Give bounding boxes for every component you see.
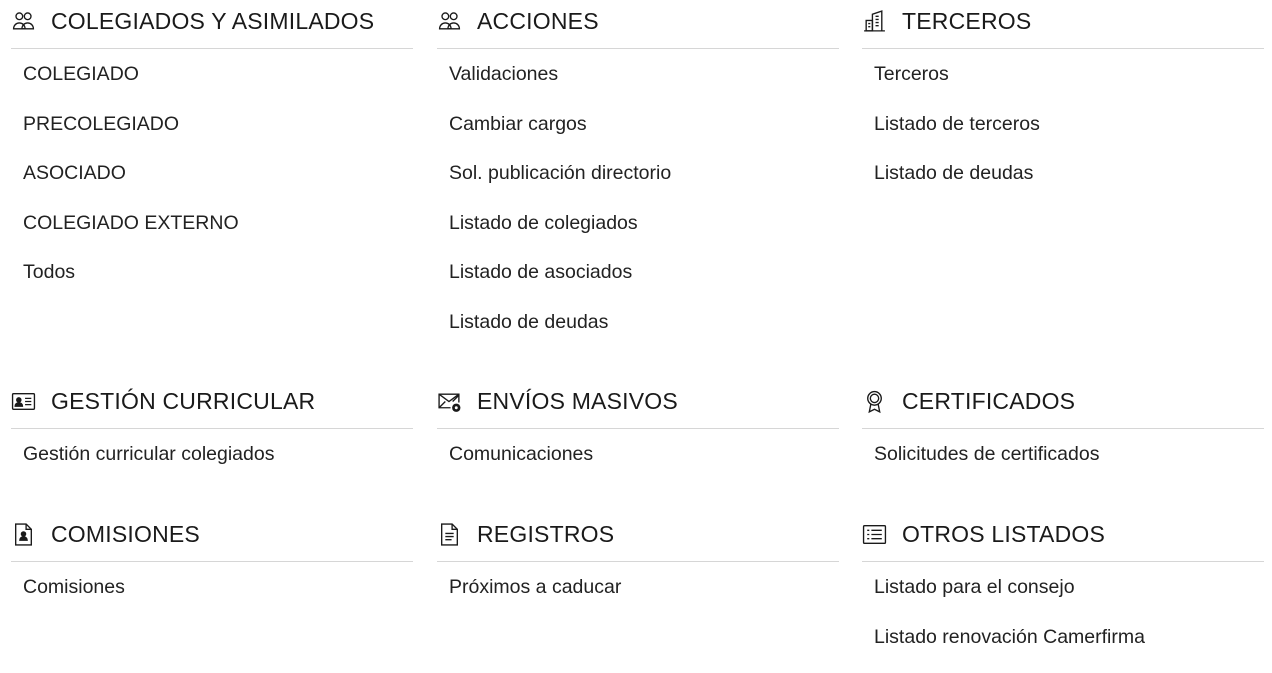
section-colegiados: COLEGIADOS Y ASIMILADOS COLEGIADO PRECOL… <box>11 0 413 309</box>
link-gestion-curricular-colegiados[interactable]: Gestión curricular colegiados <box>23 441 413 491</box>
section-links: Comisiones <box>11 562 413 624</box>
users-icon <box>437 9 463 33</box>
link-todos[interactable]: Todos <box>23 259 413 309</box>
link-listado-renovacion-camerfirma[interactable]: Listado renovación Camerfirma <box>874 624 1264 673</box>
section-otros-listados: OTROS LISTADOS Listado para el consejo L… <box>862 513 1264 673</box>
section-title: REGISTROS <box>477 520 615 547</box>
section-header: CERTIFICADOS <box>862 380 1264 429</box>
link-listado-consejo[interactable]: Listado para el consejo <box>874 574 1264 624</box>
section-header: COLEGIADOS Y ASIMILADOS <box>11 0 413 49</box>
section-links: Validaciones Cambiar cargos Sol. publica… <box>437 49 839 359</box>
id-card-icon <box>11 389 37 413</box>
document-text-icon <box>437 522 463 546</box>
link-colegiado-externo[interactable]: COLEGIADO EXTERNO <box>23 210 413 260</box>
mail-settings-icon <box>437 389 463 413</box>
list-icon <box>862 522 888 546</box>
section-title: GESTIÓN CURRICULAR <box>51 387 316 414</box>
section-title: CERTIFICADOS <box>902 387 1076 414</box>
section-title: COMISIONES <box>51 520 200 547</box>
section-acciones: ACCIONES Validaciones Cambiar cargos Sol… <box>437 0 839 359</box>
section-links: Comunicaciones <box>437 429 839 491</box>
section-registros: REGISTROS Próximos a caducar <box>437 513 839 624</box>
link-comunicaciones[interactable]: Comunicaciones <box>449 441 839 491</box>
section-header: ENVÍOS MASIVOS <box>437 380 839 429</box>
section-links: Listado para el consejo Listado renovaci… <box>862 562 1264 673</box>
link-asociado[interactable]: ASOCIADO <box>23 160 413 210</box>
link-proximos-caducar[interactable]: Próximos a caducar <box>449 574 839 624</box>
section-title: ENVÍOS MASIVOS <box>477 387 678 414</box>
section-title: ACCIONES <box>477 7 599 34</box>
link-sol-publicacion-directorio[interactable]: Sol. publicación directorio <box>449 160 839 210</box>
link-listado-colegiados[interactable]: Listado de colegiados <box>449 210 839 260</box>
link-cambiar-cargos[interactable]: Cambiar cargos <box>449 111 839 161</box>
link-terceros[interactable]: Terceros <box>874 61 1264 111</box>
section-title: OTROS LISTADOS <box>902 520 1106 547</box>
link-listado-terceros[interactable]: Listado de terceros <box>874 111 1264 161</box>
section-terceros: TERCEROS Terceros Listado de terceros Li… <box>862 0 1264 210</box>
section-certificados: CERTIFICADOS Solicitudes de certificados <box>862 380 1264 491</box>
section-header: REGISTROS <box>437 513 839 562</box>
section-header: OTROS LISTADOS <box>862 513 1264 562</box>
section-envios-masivos: ENVÍOS MASIVOS Comunicaciones <box>437 380 839 491</box>
link-listado-asociados[interactable]: Listado de asociados <box>449 259 839 309</box>
users-icon <box>11 9 37 33</box>
section-links: Gestión curricular colegiados <box>11 429 413 491</box>
building-icon <box>862 9 888 33</box>
link-colegiado[interactable]: COLEGIADO <box>23 61 413 111</box>
section-gestion-curricular: GESTIÓN CURRICULAR Gestión curricular co… <box>11 380 413 491</box>
section-title: TERCEROS <box>902 7 1032 34</box>
section-header: COMISIONES <box>11 513 413 562</box>
section-links: Terceros Listado de terceros Listado de … <box>862 49 1264 210</box>
section-title: COLEGIADOS Y ASIMILADOS <box>51 7 375 34</box>
section-links: Solicitudes de certificados <box>862 429 1264 491</box>
link-solicitudes-certificados[interactable]: Solicitudes de certificados <box>874 441 1264 491</box>
section-links: COLEGIADO PRECOLEGIADO ASOCIADO COLEGIAD… <box>11 49 413 309</box>
link-listado-deudas[interactable]: Listado de deudas <box>449 309 839 359</box>
section-header: TERCEROS <box>862 0 1264 49</box>
section-links: Próximos a caducar <box>437 562 839 624</box>
section-header: ACCIONES <box>437 0 839 49</box>
section-comisiones: COMISIONES Comisiones <box>11 513 413 624</box>
link-precolegiado[interactable]: PRECOLEGIADO <box>23 111 413 161</box>
section-header: GESTIÓN CURRICULAR <box>11 380 413 429</box>
link-listado-deudas[interactable]: Listado de deudas <box>874 160 1264 210</box>
link-comisiones[interactable]: Comisiones <box>23 574 413 624</box>
award-icon <box>862 389 888 413</box>
link-validaciones[interactable]: Validaciones <box>449 61 839 111</box>
document-user-icon <box>11 522 37 546</box>
